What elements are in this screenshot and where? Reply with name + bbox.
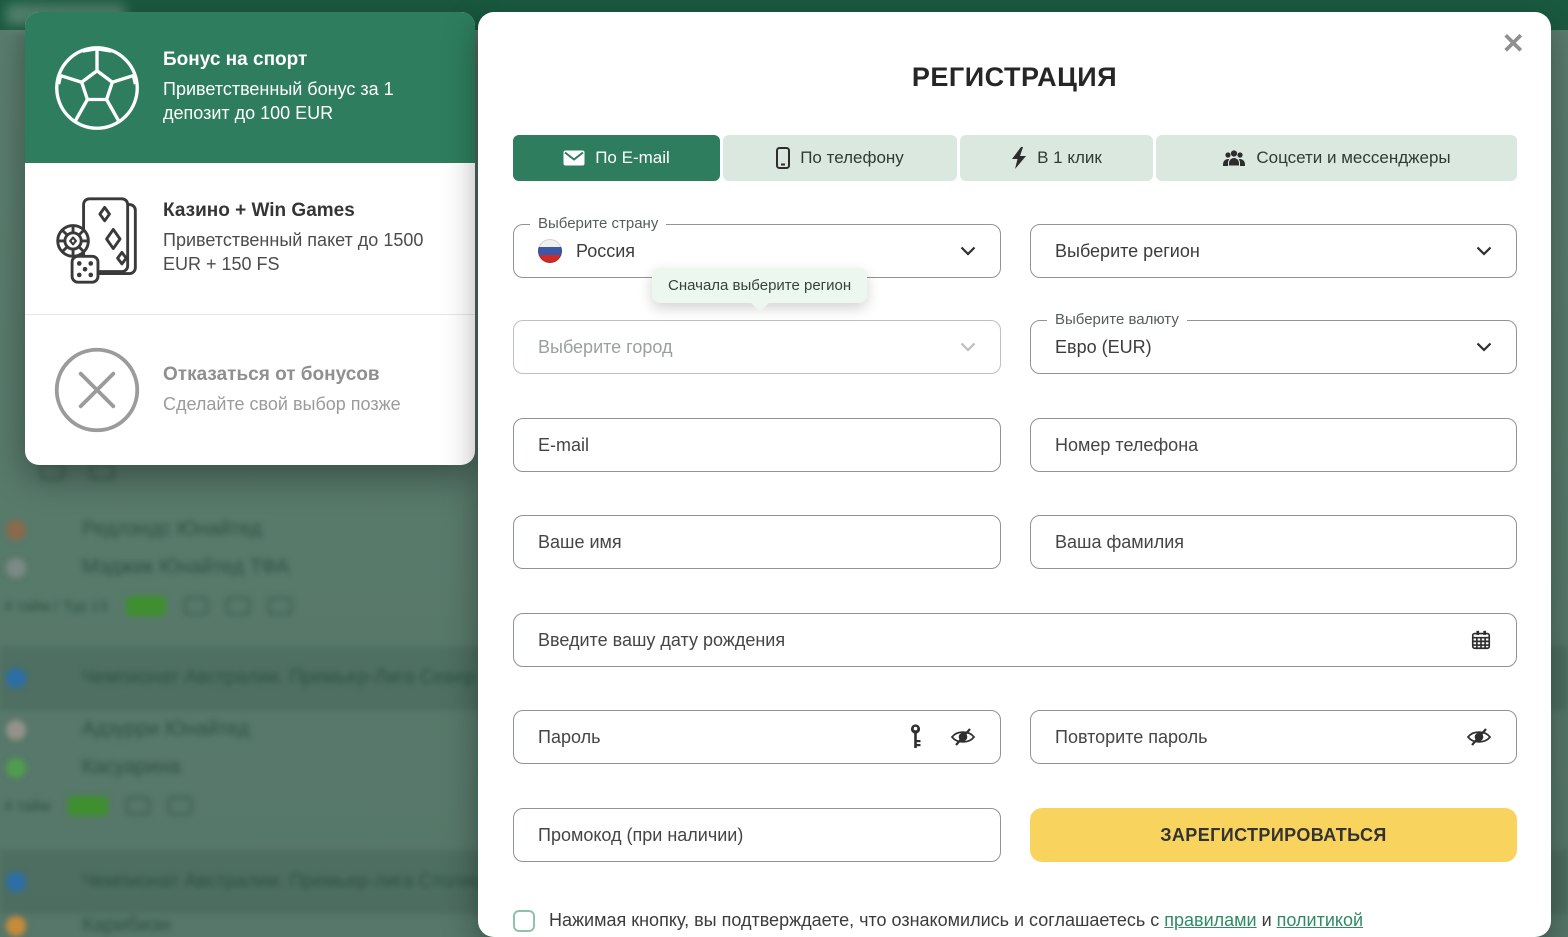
eye-off-icon[interactable] (1466, 726, 1492, 748)
password-repeat-field-wrap (1030, 710, 1517, 764)
tab-label: В 1 клик (1037, 148, 1102, 168)
chevron-down-icon (1476, 246, 1492, 256)
phone-field-wrap (1030, 418, 1517, 472)
rules-link[interactable]: правилами (1164, 910, 1256, 930)
region-select-placeholder: Выберите регион (1055, 241, 1200, 262)
agreement-checkbox[interactable] (513, 910, 535, 932)
password-input[interactable] (538, 727, 909, 748)
match-meta: 4 тайм / Тур 13 (4, 598, 108, 615)
registration-tabs: По E-mail По телефону В 1 клик Соцсети и (513, 135, 1517, 181)
first-name-field-wrap (513, 515, 1001, 569)
close-icon[interactable]: ✕ (1502, 30, 1525, 58)
city-select[interactable]: Выберите город (513, 320, 1001, 374)
eye-off-icon[interactable] (950, 726, 976, 748)
agreement-text: Нажимая кнопку, вы подтверждаете, что оз… (549, 908, 1363, 932)
tab-phone[interactable]: По телефону (723, 135, 957, 181)
region-select[interactable]: Выберите регион (1030, 224, 1517, 278)
modal-title: РЕГИСТРАЦИЯ (478, 62, 1551, 93)
bonus-title: Отказаться от бонусов (163, 364, 401, 386)
chevron-down-icon (960, 246, 976, 256)
city-tooltip: Сначала выберите регион (652, 268, 867, 303)
password-repeat-input[interactable] (1055, 727, 1466, 748)
team-logo (6, 558, 26, 578)
calendar-icon[interactable] (1470, 629, 1492, 651)
league-name: Чемпионат Австралии. Премьер-Лига Север (82, 667, 475, 689)
city-select-placeholder: Выберите город (538, 337, 673, 358)
currency-select[interactable]: Выберите валюту Евро (EUR) (1030, 320, 1517, 374)
tab-social[interactable]: Соцсети и мессенджеры (1156, 135, 1517, 181)
agreement-text-before: Нажимая кнопку, вы подтверждаете, что оз… (549, 910, 1164, 930)
stats-icon (168, 797, 192, 815)
casino-cards-icon (49, 193, 145, 285)
bonus-option-casino[interactable]: Казино + Win Games Приветственный пакет … (25, 163, 475, 314)
phone-icon (776, 147, 790, 169)
team-logo (6, 720, 26, 740)
tab-one-click[interactable]: В 1 клик (960, 135, 1153, 181)
country-select-label: Выберите страну (530, 215, 666, 232)
register-button[interactable]: ЗАРЕГИСТРИРОВАТЬСЯ (1030, 808, 1517, 862)
chevron-down-icon (1476, 342, 1492, 352)
chevron-down-icon (960, 342, 976, 352)
policy-link[interactable]: политикой (1277, 910, 1363, 930)
score-badge (126, 596, 166, 616)
tab-email[interactable]: По E-mail (513, 135, 720, 181)
bonus-description: Приветственный пакет до 1500 EUR + 150 F… (163, 229, 453, 277)
league-logo (6, 668, 26, 688)
email-field-wrap (513, 418, 1001, 472)
score-badge (68, 796, 108, 816)
team-name: Адзурри Юнайтед (82, 718, 250, 741)
team-logo (6, 916, 26, 936)
envelope-icon (563, 150, 585, 166)
circle-x-icon (49, 344, 145, 436)
russia-flag-icon (538, 239, 562, 263)
soccer-ball-icon (49, 42, 145, 134)
country-select-value: Россия (576, 241, 635, 262)
currency-select-label: Выберите валюту (1047, 311, 1187, 328)
people-group-icon (1222, 149, 1246, 167)
tab-label: Соцсети и мессенджеры (1256, 148, 1450, 168)
tab-label: По E-mail (595, 148, 670, 168)
birthdate-input[interactable] (538, 630, 1470, 651)
league-logo (6, 872, 26, 892)
agreement-conjunction: и (1257, 910, 1277, 930)
first-name-input[interactable] (538, 532, 976, 553)
bonus-option-refuse[interactable]: Отказаться от бонусов Сделайте свой выбо… (25, 314, 475, 465)
password-field-wrap (513, 710, 1001, 764)
team-name: Мэджик Юнайтед ТФА (82, 556, 289, 579)
email-input[interactable] (538, 435, 976, 456)
lightning-icon (1011, 147, 1027, 169)
last-name-field-wrap (1030, 515, 1517, 569)
bonus-description: Сделайте свой выбор позже (163, 393, 401, 417)
team-name: Карибиэн (82, 914, 171, 937)
registration-modal: ✕ РЕГИСТРАЦИЯ По E-mail По телефону В 1 … (478, 12, 1551, 937)
birthdate-field-wrap (513, 613, 1517, 667)
bonus-description: Приветственный бонус за 1 депозит до 100… (163, 78, 453, 126)
bet-icon (126, 797, 150, 815)
bonus-option-sport[interactable]: Бонус на спорт Приветственный бонус за 1… (25, 12, 475, 163)
key-icon (909, 724, 922, 750)
team-name: Редлэндс Юнайтед (82, 518, 262, 541)
bonus-title: Казино + Win Games (163, 200, 453, 222)
currency-select-value: Евро (EUR) (1055, 337, 1152, 358)
bet-icon (184, 597, 208, 615)
team-name: Касуарина (82, 756, 180, 779)
agreement-row: Нажимая кнопку, вы подтверждаете, что оз… (513, 908, 1517, 932)
promo-field-wrap (513, 808, 1001, 862)
bonus-selector-panel: Бонус на спорт Приветственный бонус за 1… (25, 12, 475, 465)
team-logo (6, 758, 26, 778)
last-name-input[interactable] (1055, 532, 1492, 553)
bonus-title: Бонус на спорт (163, 49, 453, 71)
tab-label: По телефону (800, 148, 904, 168)
phone-input[interactable] (1055, 435, 1492, 456)
league-name: Чемпионат Австралии. Премьер-лига Столиц (82, 871, 483, 893)
promo-input[interactable] (538, 825, 976, 846)
match-meta: 4 тайм (4, 798, 50, 815)
stats-icon (226, 597, 250, 615)
team-logo (6, 520, 26, 540)
tv-icon (268, 597, 292, 615)
